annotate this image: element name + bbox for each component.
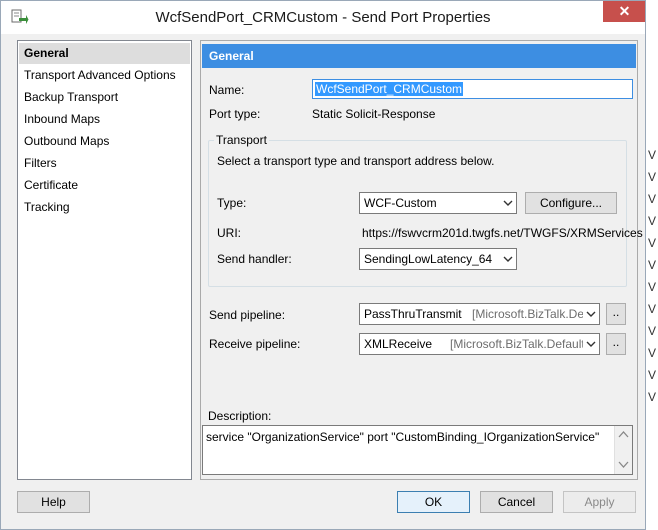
configure-button[interactable]: Configure... [525, 192, 617, 214]
port-type-label: Port type: [209, 107, 261, 121]
name-label: Name: [209, 83, 245, 97]
background-text-fragment: V [648, 324, 657, 338]
description-label: Description: [208, 409, 272, 423]
send-pipeline-assembly: [Microsoft.BizTalk.Defa [472, 307, 595, 321]
chevron-down-icon [583, 334, 599, 354]
nav-item-backup-transport[interactable]: Backup Transport [19, 87, 190, 108]
background-text-fragment: V [648, 258, 657, 272]
type-label: Type: [217, 196, 247, 210]
chevron-down-icon [503, 256, 513, 262]
description-scrollbar[interactable] [614, 426, 632, 474]
receive-pipeline-assembly: [Microsoft.BizTalk.DefaultPip [450, 337, 600, 351]
window-title: WcfSendPort_CRMCustom - Send Port Proper… [155, 9, 491, 26]
nav-item-filters[interactable]: Filters [19, 153, 190, 174]
receive-pipeline-browse-button[interactable]: .. [606, 333, 626, 355]
description-textarea[interactable]: service "OrganizationService" port "Cust… [202, 425, 633, 475]
background-text-fragment: V [648, 170, 657, 184]
name-input[interactable]: WcfSendPort_CRMCustom [312, 79, 633, 99]
chevron-down-icon [503, 200, 513, 206]
nav-item-tracking[interactable]: Tracking [19, 197, 190, 218]
send-handler-value: SendingLowLatency_64 [364, 252, 493, 266]
description-value: service "OrganizationService" port "Cust… [206, 430, 600, 444]
background-text-fragment: V [648, 192, 657, 206]
ok-button[interactable]: OK [397, 491, 470, 513]
transport-legend: Transport [214, 133, 269, 147]
close-icon: ✕ [618, 3, 631, 19]
name-value: WcfSendPort_CRMCustom [315, 82, 464, 96]
background-text-fragment: V [648, 214, 657, 228]
receive-pipeline-label: Receive pipeline: [209, 337, 301, 351]
receive-pipeline-name: XMLReceive [364, 337, 433, 351]
page-list: General Transport Advanced Options Backu… [17, 40, 192, 480]
background-text-fragment: V [648, 280, 657, 294]
uri-label: URI: [217, 226, 241, 240]
nav-item-outbound-maps[interactable]: Outbound Maps [19, 131, 190, 152]
nav-item-inbound-maps[interactable]: Inbound Maps [19, 109, 190, 130]
background-text-fragment: V [648, 148, 657, 162]
transport-type-value: WCF-Custom [364, 196, 437, 210]
send-pipeline-name: PassThruTransmit [364, 307, 462, 321]
port-type-value: Static Solicit-Response [312, 107, 436, 121]
chevron-down-icon [583, 304, 599, 324]
uri-value: https://fswvcrm201d.twgfs.net/TWGFS/XRMS… [362, 226, 643, 240]
background-window-edge: VVVVVVVVVVVV [647, 0, 658, 530]
transport-instruction: Select a transport type and transport ad… [217, 154, 495, 168]
transport-type-select[interactable]: WCF-Custom [359, 192, 517, 214]
send-pipeline-browse-button[interactable]: .. [606, 303, 626, 325]
send-handler-select[interactable]: SendingLowLatency_64 [359, 248, 517, 270]
scroll-up-icon [618, 431, 629, 438]
close-button[interactable]: ✕ [603, 1, 645, 22]
scroll-down-icon [618, 461, 629, 468]
section-header: General [202, 44, 636, 68]
background-text-fragment: V [648, 368, 657, 382]
nav-item-transport-advanced-options[interactable]: Transport Advanced Options [19, 65, 190, 86]
nav-item-general[interactable]: General [19, 43, 190, 64]
nav-item-certificate[interactable]: Certificate [19, 175, 190, 196]
background-text-fragment: V [648, 236, 657, 250]
apply-button[interactable]: Apply [563, 491, 636, 513]
send-pipeline-select[interactable]: PassThruTransmit [Microsoft.BizTalk.Defa [359, 303, 600, 325]
receive-pipeline-select[interactable]: XMLReceive [Microsoft.BizTalk.DefaultPip [359, 333, 600, 355]
help-button[interactable]: Help [17, 491, 90, 513]
send-handler-label: Send handler: [217, 252, 292, 266]
background-text-fragment: V [648, 346, 657, 360]
cancel-button[interactable]: Cancel [480, 491, 553, 513]
send-pipeline-label: Send pipeline: [209, 308, 286, 322]
background-text-fragment: V [648, 390, 657, 404]
properties-dialog: WcfSendPort_CRMCustom - Send Port Proper… [0, 0, 646, 530]
background-text-fragment: V [648, 302, 657, 316]
